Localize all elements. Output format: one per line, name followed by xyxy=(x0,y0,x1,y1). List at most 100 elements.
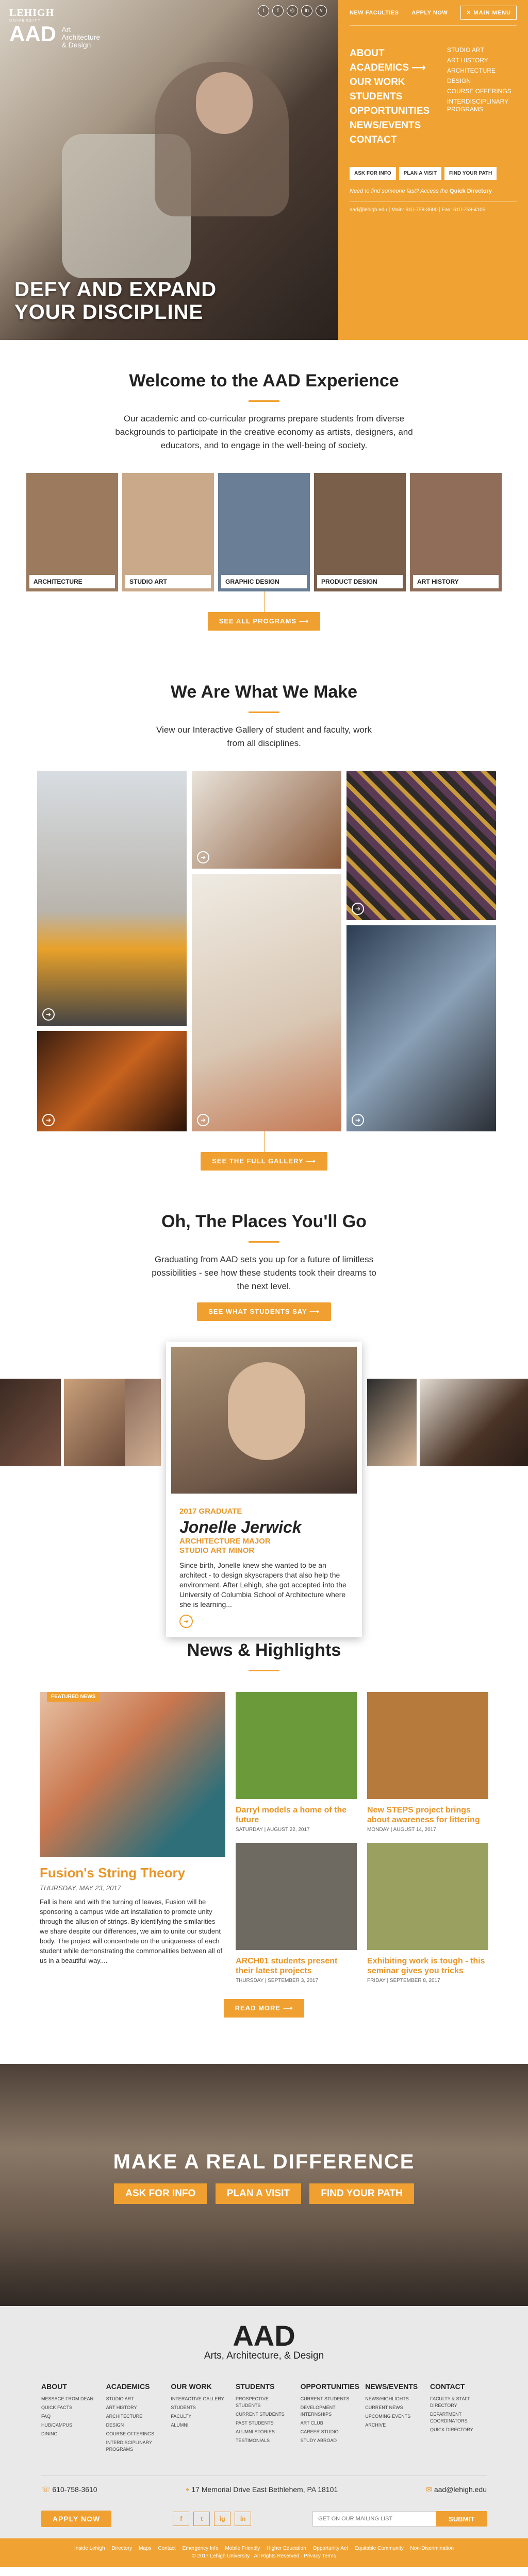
footer-phone[interactable]: ☏ 610-758-3610 xyxy=(41,2485,97,2494)
new-faculties-link[interactable]: NEW FACULTIES xyxy=(350,10,399,16)
footer-link[interactable]: DINING xyxy=(41,2431,98,2437)
footer-link[interactable]: INTERACTIVE GALLERY xyxy=(171,2396,227,2402)
footer-link[interactable]: FAQ xyxy=(41,2413,98,2420)
footer-link[interactable]: CAREER STUDIO xyxy=(301,2429,357,2435)
facebook-icon[interactable]: f xyxy=(272,5,284,16)
see-what-students-say-button[interactable]: SEE WHAT STUDENTS SAY ⟶ xyxy=(197,1302,331,1321)
student-photo[interactable] xyxy=(367,1379,417,1466)
footer-link[interactable]: QUICK FACTS xyxy=(41,2404,98,2411)
footer-link[interactable]: PROSPECTIVE STUDENTS xyxy=(236,2396,292,2409)
featured-student-card[interactable]: 2017 GRADUATE Jonelle Jerwick ARCHITECTU… xyxy=(166,1342,362,1637)
program-tile-architecture[interactable]: ARCHITECTURE xyxy=(26,473,118,591)
footer-link[interactable]: FACULTY xyxy=(171,2413,227,2420)
legal-link[interactable]: Mobile Friendly xyxy=(225,2546,260,2551)
footer-link[interactable]: ALUMNI xyxy=(171,2422,227,2429)
nav-about[interactable]: ABOUT xyxy=(350,46,447,61)
gallery-item[interactable]: ➔ xyxy=(192,874,341,1131)
legal-link[interactable]: Opportunity Act xyxy=(313,2546,348,2551)
nav-news-events[interactable]: NEWS/EVENTS xyxy=(350,118,447,133)
footer-address[interactable]: ⌖ 17 Memorial Drive East Bethlehem, PA 1… xyxy=(186,2485,338,2494)
footer-apply-now-button[interactable]: APPLY NOW xyxy=(41,2511,112,2527)
mailing-list-input[interactable] xyxy=(312,2511,437,2527)
quick-directory-link[interactable]: Quick Directory xyxy=(450,188,492,194)
find-your-path-button[interactable]: FIND YOUR PATH xyxy=(444,167,497,180)
gallery-item[interactable]: ➔ xyxy=(192,771,341,869)
linkedin-icon[interactable]: in xyxy=(235,2512,252,2526)
submit-button[interactable]: SUBMIT xyxy=(436,2511,487,2527)
program-tile-graphic-design[interactable]: GRAPHIC DESIGN xyxy=(218,473,310,591)
arrow-right-icon[interactable]: ➔ xyxy=(179,1615,193,1628)
student-photo[interactable] xyxy=(125,1379,161,1466)
footer-link[interactable]: TESTIMONIALS xyxy=(236,2437,292,2444)
main-menu-button[interactable]: ✕ MAIN MENU xyxy=(460,6,517,20)
footer-link[interactable]: CURRENT STUDENTS xyxy=(236,2411,292,2418)
gallery-item[interactable]: ➔ xyxy=(346,771,496,920)
footer-link[interactable]: ALUMNI STORIES xyxy=(236,2429,292,2435)
ask-for-info-button[interactable]: ASK FOR INFO xyxy=(350,167,396,180)
student-photo[interactable] xyxy=(64,1379,125,1466)
legal-link[interactable]: Maps xyxy=(139,2546,151,2551)
gallery-item[interactable]: ➔ xyxy=(346,925,496,1131)
site-logo[interactable]: LEHIGH UNIVERSITY AAD Art Architecture & D… xyxy=(9,7,100,49)
band-find-your-path-button[interactable]: FIND YOUR PATH xyxy=(309,2183,414,2204)
legal-link[interactable]: Inside Lehigh xyxy=(74,2546,105,2551)
nav-opportunities[interactable]: OPPORTUNITIES xyxy=(350,104,447,118)
news-item[interactable]: ARCH01 students present their latest pro… xyxy=(236,1843,357,1984)
plan-a-visit-button[interactable]: PLAN A VISIT xyxy=(399,167,441,180)
instagram-icon[interactable]: ◎ xyxy=(287,5,298,16)
linkedin-icon[interactable]: in xyxy=(301,5,312,16)
see-full-gallery-button[interactable]: SEE THE FULL GALLERY ⟶ xyxy=(201,1152,327,1171)
footer-logo[interactable]: AAD Arts, Architecture, & Design xyxy=(41,2321,487,2362)
band-ask-for-info-button[interactable]: ASK FOR INFO xyxy=(114,2183,207,2204)
legal-link[interactable]: Equitable Community xyxy=(355,2546,404,2551)
news-item[interactable]: Exhibiting work is tough - this seminar … xyxy=(367,1843,488,1984)
program-tile-art-history[interactable]: ART HISTORY xyxy=(410,473,502,591)
subnav-design[interactable]: DESIGN xyxy=(447,77,517,85)
nav-students[interactable]: STUDENTS xyxy=(350,90,447,104)
apply-now-link[interactable]: APPLY NOW xyxy=(411,10,448,16)
footer-link[interactable]: CURRENT STUDENTS xyxy=(301,2396,357,2402)
footer-email[interactable]: ✉ aad@lehigh.edu xyxy=(426,2485,487,2494)
subnav-architecture[interactable]: ARCHITECTURE xyxy=(447,67,517,75)
legal-link[interactable]: Directory xyxy=(111,2546,132,2551)
nav-academics[interactable]: ACADEMICS ⟶ xyxy=(350,61,447,75)
footer-link[interactable]: FACULTY & STAFF DIRECTORY xyxy=(430,2396,487,2409)
footer-col-heading[interactable]: CONTACT xyxy=(430,2382,487,2391)
footer-link[interactable]: MESSAGE FROM DEAN xyxy=(41,2396,98,2402)
twitter-icon[interactable]: t xyxy=(258,5,269,16)
footer-col-heading[interactable]: OUR WORK xyxy=(171,2382,227,2391)
subnav-course-offerings[interactable]: COURSE OFFERINGS xyxy=(447,88,517,95)
footer-link[interactable]: ARCHITECTURE xyxy=(106,2413,163,2420)
footer-link[interactable]: STUDENTS xyxy=(171,2404,227,2411)
subnav-interdisciplinary[interactable]: INTERDISCIPLINARY PROGRAMS xyxy=(447,98,517,113)
featured-news[interactable]: FEATURED NEWS Fusion's String Theory THU… xyxy=(40,1692,225,1984)
footer-link[interactable]: NEWS/HIGHLIGHTS xyxy=(365,2396,422,2402)
footer-col-heading[interactable]: ABOUT xyxy=(41,2382,98,2391)
legal-link[interactable]: Higher Education xyxy=(267,2546,306,2551)
footer-link[interactable]: PAST STUDENTS xyxy=(236,2420,292,2427)
footer-link[interactable]: DESIGN xyxy=(106,2422,163,2429)
band-plan-a-visit-button[interactable]: PLAN A VISIT xyxy=(215,2183,301,2204)
footer-col-heading[interactable]: ACADEMICS xyxy=(106,2382,163,2391)
program-tile-studio-art[interactable]: STUDIO ART xyxy=(122,473,214,591)
read-more-button[interactable]: READ MORE ⟶ xyxy=(223,1999,305,2018)
footer-link[interactable]: DEPARTMENT COORDINATORS xyxy=(430,2411,487,2425)
student-photo[interactable] xyxy=(0,1379,61,1466)
footer-link[interactable]: CURRENT NEWS xyxy=(365,2404,422,2411)
footer-link[interactable]: ARCHIVE xyxy=(365,2422,422,2429)
program-tile-product-design[interactable]: PRODUCT DESIGN xyxy=(314,473,406,591)
footer-link[interactable]: ART HISTORY xyxy=(106,2404,163,2411)
news-item[interactable]: Darryl models a home of the future SATURD… xyxy=(236,1692,357,1833)
featured-news-title[interactable]: Fusion's String Theory xyxy=(40,1865,225,1881)
news-item[interactable]: New STEPS project brings about awareness… xyxy=(367,1692,488,1833)
footer-link[interactable]: ART CLUB xyxy=(301,2420,357,2427)
footer-link[interactable]: STUDY ABROAD xyxy=(301,2437,357,2444)
footer-col-heading[interactable]: OPPORTUNITIES xyxy=(301,2382,359,2391)
twitter-icon[interactable]: t xyxy=(193,2512,210,2526)
instagram-icon[interactable]: ig xyxy=(214,2512,231,2526)
nav-contact[interactable]: CONTACT xyxy=(350,133,447,147)
footer-link[interactable]: STUDIO ART xyxy=(106,2396,163,2402)
legal-link[interactable]: Non-Discrimination xyxy=(410,2546,454,2551)
footer-link[interactable]: INTERDISCIPLINARY PROGRAMS xyxy=(106,2439,163,2453)
footer-link[interactable]: COURSE OFFERINGS xyxy=(106,2431,163,2437)
